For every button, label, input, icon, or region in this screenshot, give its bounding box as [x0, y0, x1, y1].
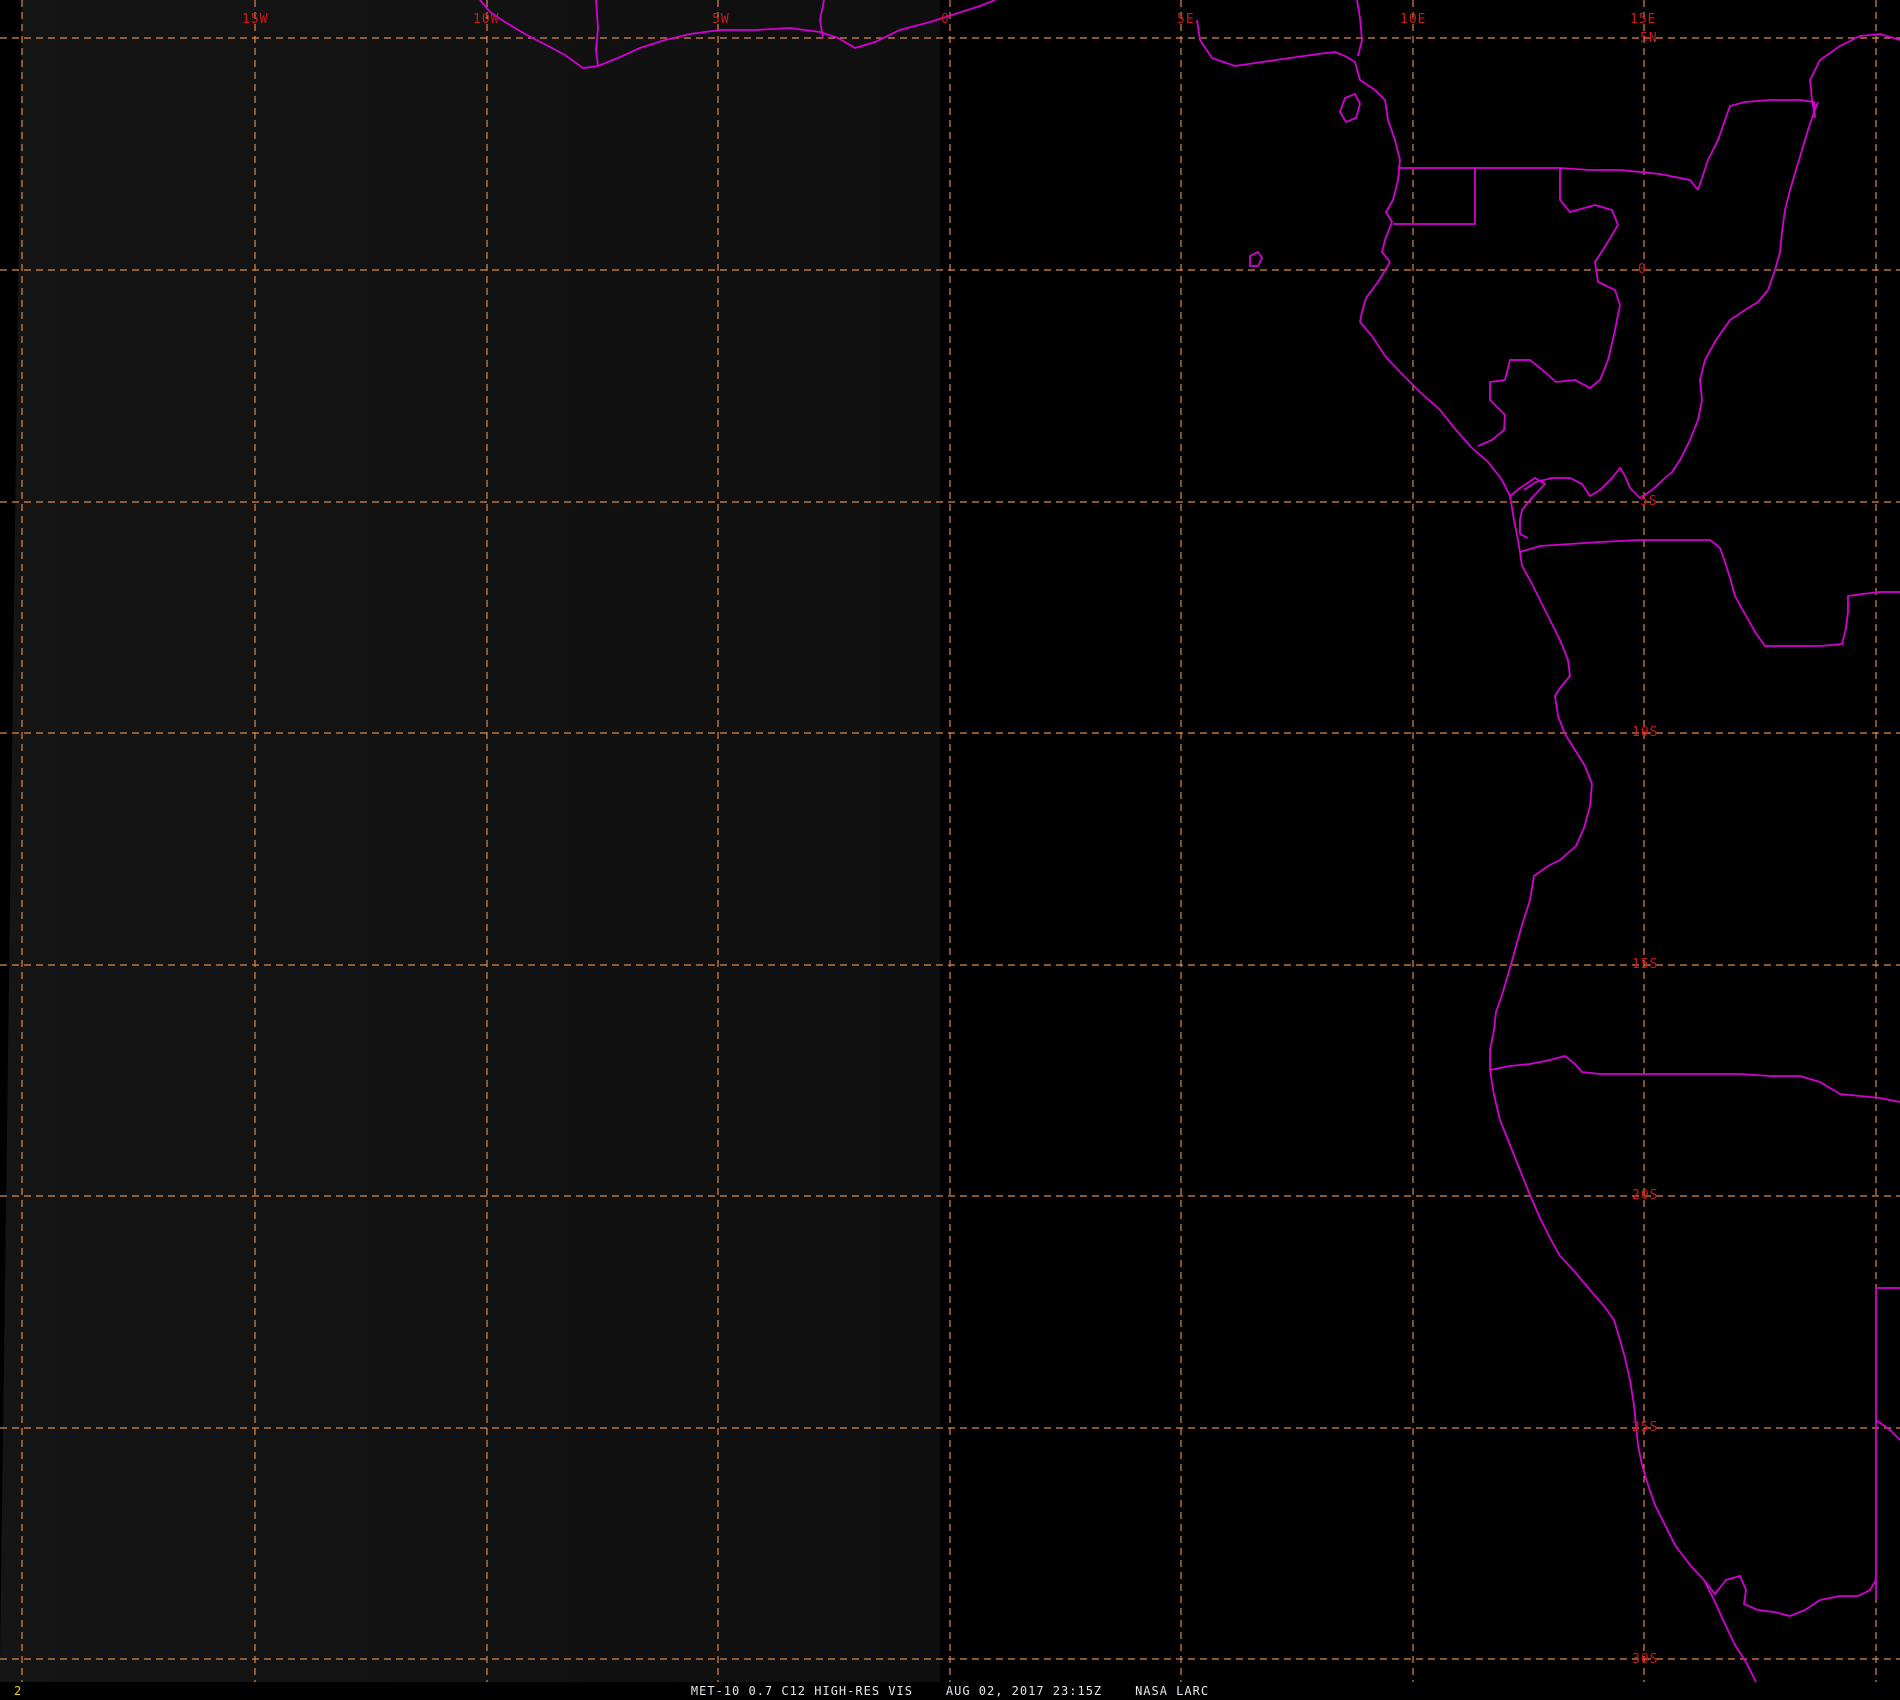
- caption-product: MET-10 0.7 C12 HIGH-RES VIS: [690, 1684, 913, 1698]
- botswana-border: [1875, 1419, 1900, 1441]
- namibia-south-africa-border: [1703, 1574, 1877, 1617]
- latitude-label-10s: 10S: [1632, 725, 1658, 740]
- bioko-island: [1339, 92, 1361, 124]
- latitude-labels: 5N 0 5S 10S 15S 20S 25S 30S: [1632, 31, 1658, 1667]
- gabon-east-border: [1477, 168, 1621, 447]
- equatorial-guinea-border: [1393, 168, 1476, 225]
- latitude-label-5n: 5N: [1640, 31, 1658, 46]
- satellite-data-panel: [0, 0, 940, 1682]
- angola-namibia-border: [1489, 1055, 1900, 1103]
- longitude-label-15e: 15E: [1630, 12, 1656, 27]
- latitude-label-30s: 30S: [1632, 1652, 1658, 1667]
- congo-drc-border: [1523, 101, 1819, 500]
- cameroon-nigeria-coastline: [1196, 19, 1401, 263]
- namibia-coastline: [1489, 1069, 1705, 1581]
- longitude-label-0: 0: [941, 12, 950, 27]
- latitude-label-15s: 15S: [1632, 957, 1658, 972]
- drc-angola-border: [1519, 539, 1900, 647]
- latitude-label-5s: 5S: [1640, 494, 1658, 509]
- longitude-label-15w: 15W: [242, 12, 268, 27]
- longitude-label-5w: 5W: [712, 12, 730, 27]
- image-caption: MET-10 0.7 C12 HIGH-RES VIS AUG 02, 2017…: [0, 1683, 1900, 1700]
- satellite-image-viewer: 15W 10W 5W 0 5E 10E 15E 5N 0 5S 10S 15S …: [0, 0, 1900, 1700]
- longitude-label-10e: 10E: [1400, 12, 1426, 27]
- caption-source: NASA LARC: [1135, 1684, 1210, 1698]
- caption-timestamp: AUG 02, 2017 23:15Z: [945, 1684, 1103, 1698]
- latitude-label-0: 0: [1638, 262, 1647, 277]
- satellite-map: 15W 10W 5W 0 5E 10E 15E 5N 0 5S 10S 15S …: [0, 0, 1900, 1683]
- nigeria-border: [1356, 0, 1363, 57]
- latitude-label-25s: 25S: [1632, 1420, 1658, 1435]
- angola-coastline: [1489, 551, 1593, 1070]
- longitude-label-5e: 5E: [1177, 12, 1195, 27]
- longitude-label-10w: 10W: [473, 12, 499, 27]
- south-africa-coastline: [1703, 1579, 1757, 1683]
- sao-tome-island: [1249, 250, 1264, 267]
- cameroon-south-border: [1398, 167, 1699, 191]
- car-border: [1697, 33, 1900, 191]
- latitude-label-20s: 20S: [1632, 1188, 1658, 1203]
